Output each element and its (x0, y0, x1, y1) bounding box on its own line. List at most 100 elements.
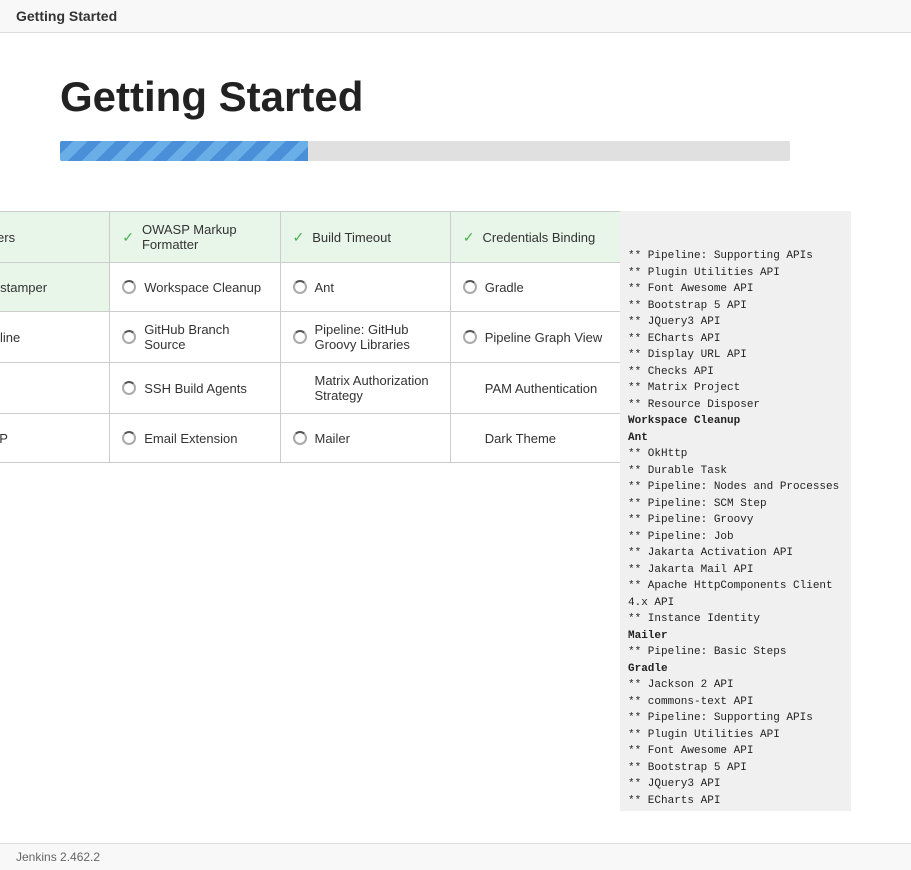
spinner-icon (293, 431, 307, 445)
plugin-cell: ✓Timestamper (0, 263, 110, 311)
log-line: ** Checks API (628, 364, 843, 381)
plugin-cell: Pipeline (0, 312, 110, 362)
plugin-cell: PAM Authentication (451, 363, 620, 413)
log-line: ** Jackson 2 API (628, 677, 843, 694)
log-line: ** Plugin Utilities API (628, 265, 843, 282)
empty-icon (293, 381, 307, 395)
spinner-icon (463, 280, 477, 294)
log-line: ** Pipeline: SCM Step (628, 496, 843, 513)
plugin-cell: Dark Theme (451, 414, 620, 462)
log-line: ** Apache HttpComponents Client 4.x API (628, 578, 843, 611)
plugin-cell: ✓ Credentials Binding (451, 212, 620, 262)
log-line: ** commons-text API (628, 694, 843, 711)
plugin-label: Email Extension (144, 431, 237, 446)
log-line: ** Display URL API (628, 809, 843, 811)
plugin-label: Workspace Cleanup (144, 280, 261, 295)
plugin-cell: ✓ Build Timeout (281, 212, 451, 262)
plugin-cell: Gradle (451, 263, 620, 311)
log-line: ** Bootstrap 5 API (628, 760, 843, 777)
progress-bar-fill (60, 141, 308, 161)
log-line: ** Display URL API (628, 347, 843, 364)
empty-icon (463, 381, 477, 395)
check-icon: ✓ (293, 229, 305, 246)
log-line: Mailer (628, 628, 843, 645)
footer: Jenkins 2.462.2 (0, 843, 911, 870)
jenkins-version: Jenkins 2.462.2 (16, 850, 100, 864)
log-line: ** Instance Identity (628, 611, 843, 628)
plugin-label: Dark Theme (485, 431, 556, 446)
log-line: ** Jakarta Activation API (628, 545, 843, 562)
log-line: ** JQuery3 API (628, 776, 843, 793)
spinner-icon (293, 280, 307, 294)
log-line: Workspace Cleanup (628, 413, 843, 430)
plugin-label: PAM Authentication (485, 381, 598, 396)
plugin-cell: LDAP (0, 414, 110, 462)
log-line: Gradle (628, 661, 843, 678)
plugin-row: Git SSH Build Agents Matrix Authorization … (0, 363, 620, 414)
progress-bar-container (60, 141, 790, 161)
spinner-icon (122, 330, 136, 344)
plugin-cell: Ant (281, 263, 451, 311)
plugin-cell: Git (0, 363, 110, 413)
plugin-cell: Pipeline Graph View (451, 312, 620, 362)
plugin-label: Pipeline: GitHub Groovy Libraries (315, 322, 438, 352)
plugin-row: Pipeline GitHub Branch Source Pipeline: Gi… (0, 312, 620, 363)
log-line: ** Font Awesome API (628, 743, 843, 760)
log-line: ** Bootstrap 5 API (628, 298, 843, 315)
log-line: ** Resource Disposer (628, 397, 843, 414)
empty-icon (463, 431, 477, 445)
plugin-row: LDAP Email Extension Mailer Dark Theme (0, 414, 620, 463)
log-line: ** ECharts API (628, 331, 843, 348)
plugin-cell: Workspace Cleanup (110, 263, 280, 311)
spinner-icon (122, 381, 136, 395)
plugin-cell: Matrix Authorization Strategy (281, 363, 451, 413)
plugin-label: Credentials Binding (482, 230, 595, 245)
spinner-icon (122, 431, 136, 445)
plugin-label: Build Timeout (312, 230, 391, 245)
check-icon: ✓ (122, 229, 134, 246)
plugin-label: SSH Build Agents (144, 381, 247, 396)
page-title: Getting Started (60, 73, 851, 121)
plugin-label: LDAP (0, 431, 8, 446)
log-line: ** Pipeline: Supporting APIs (628, 248, 843, 265)
plugin-cell: SSH Build Agents (110, 363, 280, 413)
plugin-cell: GitHub Branch Source (110, 312, 280, 362)
plugin-row: ✓Timestamper Workspace Cleanup Ant Gradle (0, 263, 620, 312)
plugin-cell: ✓ OWASP Markup Formatter (110, 212, 280, 262)
spinner-icon (293, 330, 307, 344)
plugin-label: OWASP Markup Formatter (142, 222, 268, 252)
plugin-grid: ✓Folders✓OWASP Markup Formatter✓Build Ti… (0, 211, 620, 811)
plugin-label: Mailer (315, 431, 350, 446)
plugin-label: Matrix Authorization Strategy (315, 373, 438, 403)
plugin-label: Folders (0, 230, 15, 245)
log-line: ** Jakarta Mail API (628, 562, 843, 579)
plugin-label: Pipeline Graph View (485, 330, 603, 345)
plugin-row: ✓Folders✓OWASP Markup Formatter✓Build Ti… (0, 212, 620, 263)
log-line: ** Font Awesome API (628, 281, 843, 298)
main-content: Getting Started (0, 33, 911, 211)
plugin-cell: Pipeline: GitHub Groovy Libraries (281, 312, 451, 362)
spinner-icon (122, 280, 136, 294)
split-layout: ✓Folders✓OWASP Markup Formatter✓Build Ti… (0, 211, 851, 811)
check-icon: ✓ (463, 229, 475, 246)
plugin-label: Ant (315, 280, 335, 295)
plugin-cell: Email Extension (110, 414, 280, 462)
log-line: ** Pipeline: Supporting APIs (628, 710, 843, 727)
plugin-label: GitHub Branch Source (144, 322, 267, 352)
top-bar-title: Getting Started (16, 8, 117, 24)
log-line: ** Pipeline: Groovy (628, 512, 843, 529)
plugin-label: Pipeline (0, 330, 20, 345)
log-line: ** Pipeline: Nodes and Processes (628, 479, 843, 496)
log-line: Ant (628, 430, 843, 447)
right-panel: ** Pipeline: Supporting APIs** Plugin Ut… (620, 211, 851, 811)
log-line: ** Pipeline: Job (628, 529, 843, 546)
log-line: ** Pipeline: Basic Steps (628, 644, 843, 661)
log-line: ** JQuery3 API (628, 314, 843, 331)
plugin-cell: ✓Folders (0, 212, 110, 262)
top-bar: Getting Started (0, 0, 911, 33)
log-line: ** Durable Task (628, 463, 843, 480)
plugin-cell: Mailer (281, 414, 451, 462)
log-line: ** ECharts API (628, 793, 843, 810)
plugin-label: Gradle (485, 280, 524, 295)
log-line: ** OkHttp (628, 446, 843, 463)
